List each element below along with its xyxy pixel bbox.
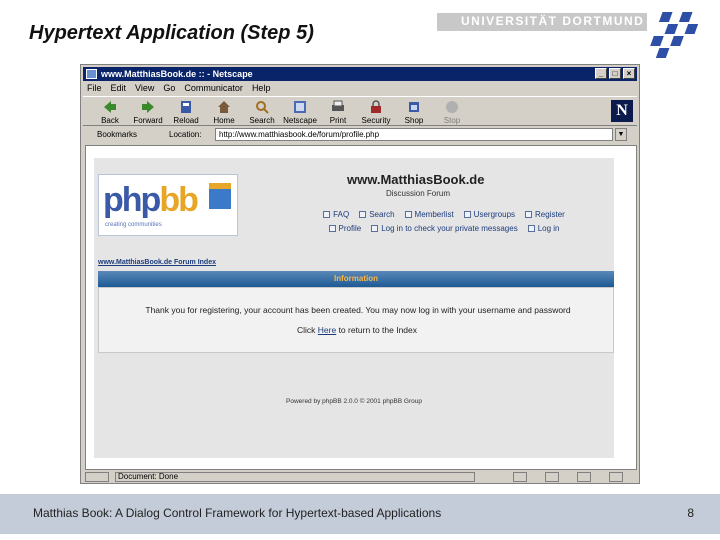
- mail-status-icon[interactable]: [545, 472, 559, 482]
- memberlist-icon: [404, 211, 412, 218]
- forward-arrow-icon: [142, 101, 154, 113]
- print-button[interactable]: Print: [319, 99, 357, 125]
- forward-button[interactable]: Forward: [129, 99, 167, 125]
- menu-go[interactable]: Go: [163, 82, 175, 95]
- private-messages-link[interactable]: Log in to check your private messages: [371, 224, 518, 233]
- status-bar: Document: Done: [83, 471, 637, 483]
- bookmarks-button[interactable]: Bookmarks: [97, 130, 137, 139]
- return-message: Click Here to return to the Index: [296, 325, 418, 335]
- menu-help[interactable]: Help: [252, 82, 271, 95]
- location-bar: Bookmarks Location: http://www.matthiasb…: [83, 127, 637, 143]
- page-viewport: phpbb creating communities www.MatthiasB…: [85, 145, 637, 470]
- registration-message: Thank you for registering, your account …: [145, 305, 571, 315]
- navigation-toolbar: Back Forward Reload Home Search Netscape: [83, 96, 637, 126]
- menu-communicator[interactable]: Communicator: [184, 82, 243, 95]
- back-arrow-icon: [104, 101, 116, 113]
- close-button[interactable]: ×: [623, 68, 635, 79]
- menu-view[interactable]: View: [135, 82, 154, 95]
- composer-status-icon[interactable]: [577, 472, 591, 482]
- reload-button[interactable]: Reload: [167, 99, 205, 125]
- slide-title: Hypertext Application (Step 5): [29, 22, 314, 44]
- search-button[interactable]: Search: [243, 99, 281, 125]
- slide: Hypertext Application (Step 5) UNIVERSIT…: [0, 0, 720, 540]
- maximize-button[interactable]: □: [609, 68, 621, 79]
- university-logo-icon: [650, 12, 699, 58]
- back-button[interactable]: Back: [91, 99, 129, 125]
- home-icon: [218, 101, 230, 113]
- menu-edit[interactable]: Edit: [111, 82, 127, 95]
- print-icon: [332, 100, 344, 111]
- usergroups-icon: [463, 211, 471, 218]
- phpbb-cube-icon: [209, 183, 231, 209]
- site-title: www.MatthiasBook.de: [347, 172, 485, 187]
- component-bar-icon[interactable]: [609, 472, 623, 482]
- menu-bar: File Edit View Go Communicator Help: [83, 82, 270, 95]
- footer-text: Matthias Book: A Dialog Control Framewor…: [33, 506, 442, 520]
- site-subtitle: Discussion Forum: [386, 189, 451, 198]
- status-text: Document: Done: [115, 472, 475, 482]
- register-link[interactable]: Register: [525, 210, 565, 219]
- return-here-link[interactable]: Here: [318, 325, 336, 335]
- window-title: www.MatthiasBook.de :: - Netscape: [101, 69, 253, 79]
- home-button[interactable]: Home: [205, 99, 243, 125]
- forum-page: phpbb creating communities www.MatthiasB…: [94, 158, 614, 458]
- search-icon: [359, 211, 367, 218]
- security-status-icon[interactable]: [85, 472, 109, 482]
- shop-icon: [409, 102, 419, 112]
- forum-index-link[interactable]: www.MatthiasBook.de Forum Index: [98, 259, 216, 266]
- login-icon: [527, 225, 535, 232]
- memberlist-link[interactable]: Memberlist: [404, 210, 454, 219]
- phpbb-logo[interactable]: phpbb creating communities: [98, 174, 238, 236]
- faq-link[interactable]: FAQ: [323, 210, 349, 219]
- login-link[interactable]: Log in: [527, 224, 560, 233]
- information-panel: Thank you for registering, your account …: [98, 287, 614, 353]
- reload-icon: [181, 101, 191, 113]
- usergroups-link[interactable]: Usergroups: [463, 210, 515, 219]
- information-header: Information: [98, 271, 614, 287]
- logo-tagline: creating communities: [105, 222, 162, 228]
- netscape-button[interactable]: Netscape: [281, 99, 319, 125]
- search-link[interactable]: Search: [359, 210, 395, 219]
- university-banner: UNIVERSITÄT DORTMUND: [437, 13, 647, 31]
- stop-icon: [446, 101, 458, 113]
- private-messages-icon: [371, 225, 379, 232]
- profile-icon: [328, 225, 336, 232]
- search-icon: [256, 101, 269, 114]
- security-lock-icon: [371, 100, 381, 113]
- university-name: UNIVERSITÄT DORTMUND: [461, 14, 645, 28]
- location-input[interactable]: http://www.matthiasbook.de/forum/profile…: [215, 128, 613, 141]
- window-buttons: _ □ ×: [595, 68, 635, 79]
- shop-button[interactable]: Shop: [395, 99, 433, 125]
- netscape-logo-icon: N: [611, 100, 633, 122]
- netscape-app-icon: [86, 69, 97, 79]
- browser-window: www.MatthiasBook.de :: - Netscape _ □ × …: [80, 64, 640, 484]
- profile-link[interactable]: Profile: [328, 224, 361, 233]
- menu-file[interactable]: File: [87, 82, 102, 95]
- slide-footer: Matthias Book: A Dialog Control Framewor…: [0, 494, 720, 534]
- page-number: 8: [687, 506, 694, 520]
- faq-icon: [323, 211, 331, 218]
- minimize-button[interactable]: _: [595, 68, 607, 79]
- powered-by: Powered by phpBB 2.0.0 © 2001 phpBB Grou…: [286, 398, 422, 405]
- location-dropdown-icon[interactable]: ▼: [615, 128, 627, 141]
- location-label: Location:: [169, 130, 202, 139]
- stop-button[interactable]: Stop: [433, 99, 471, 125]
- forum-nav-links: FAQ Search Memberlist Usergroups Registe…: [294, 210, 594, 238]
- window-titlebar: www.MatthiasBook.de :: - Netscape _ □ ×: [83, 67, 637, 81]
- security-button[interactable]: Security: [357, 99, 395, 125]
- register-icon: [525, 211, 533, 218]
- netscape-icon: [294, 101, 306, 113]
- status-indicator-icon: [513, 472, 527, 482]
